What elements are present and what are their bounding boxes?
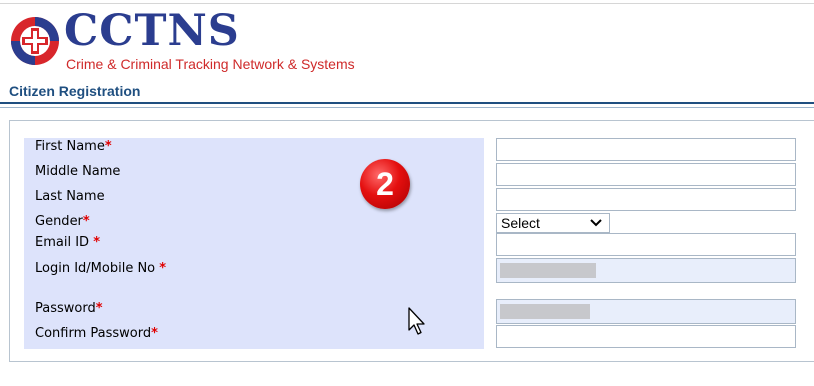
mouse-pointer-icon (408, 307, 425, 335)
required-marker: * (82, 214, 90, 229)
last-name-label: Last Name (35, 189, 105, 204)
first-name-field[interactable] (496, 138, 796, 161)
chevron-down-icon (590, 219, 602, 227)
required-marker: * (151, 326, 158, 341)
required-marker: * (104, 139, 112, 154)
brand-name: CCTNS (64, 6, 240, 56)
required-marker: * (95, 301, 103, 316)
title-divider-secondary (0, 107, 814, 108)
gender-select[interactable]: Select (496, 213, 610, 233)
email-field[interactable] (496, 233, 796, 256)
title-divider (0, 102, 814, 104)
confirm-password-field[interactable] (496, 325, 796, 348)
cctns-emblem-icon (11, 17, 59, 65)
required-marker: * (93, 235, 100, 250)
login-id-label: Login Id/Mobile No * (35, 261, 167, 276)
confirm-password-label: Confirm Password* (35, 326, 158, 341)
gender-label: Gender* (35, 214, 90, 229)
step-number-badge: 2 (360, 159, 410, 209)
first-name-label: First Name* (35, 139, 112, 154)
middle-name-field[interactable] (496, 163, 796, 186)
required-marker: * (159, 261, 167, 276)
brand-tagline: Crime & Criminal Tracking Network & Syst… (66, 56, 355, 72)
password-label: Password* (35, 301, 103, 316)
last-name-field[interactable] (496, 188, 796, 211)
page-title: Citizen Registration (9, 83, 141, 99)
redacted-login-id (500, 263, 596, 278)
gender-selected-value: Select (501, 215, 540, 231)
top-divider (0, 3, 814, 4)
email-label: Email ID * (35, 235, 100, 250)
middle-name-label: Middle Name (35, 164, 121, 179)
redacted-password (500, 304, 590, 319)
